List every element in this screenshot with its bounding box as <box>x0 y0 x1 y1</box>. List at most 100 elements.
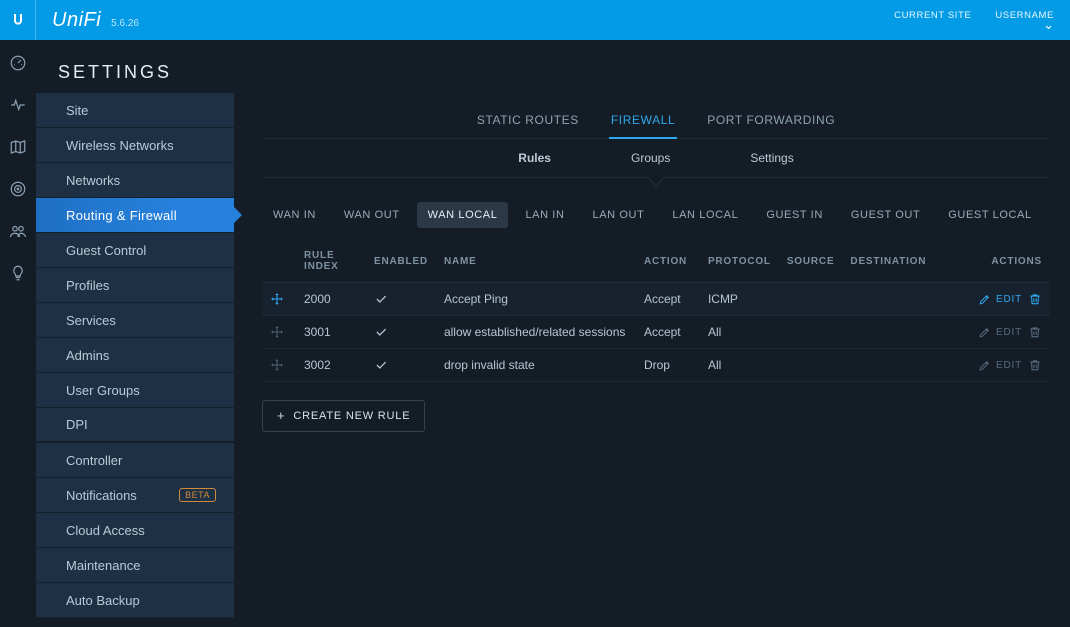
tabs-primary: STATIC ROUTES FIREWALL PORT FORWARDING <box>262 93 1050 139</box>
edit-button[interactable]: EDIT <box>978 326 1022 339</box>
cell-action: Accept <box>636 316 700 349</box>
sidebar-item-label: Routing & Firewall <box>66 208 177 223</box>
cell-action: Accept <box>636 283 700 316</box>
sidebar-item-cloud-access[interactable]: Cloud Access <box>36 513 234 548</box>
chip-guest-in[interactable]: GUEST IN <box>755 202 834 228</box>
check-icon <box>374 358 428 372</box>
delete-button[interactable] <box>1028 325 1042 339</box>
chip-guest-out[interactable]: GUEST OUT <box>840 202 931 228</box>
tab-static-routes[interactable]: STATIC ROUTES <box>475 105 581 138</box>
sidebar-item-label: Maintenance <box>66 558 140 573</box>
edit-label: EDIT <box>996 327 1022 338</box>
cell-source <box>779 316 843 349</box>
edit-label: EDIT <box>996 294 1022 305</box>
chip-wan-in[interactable]: WAN IN <box>262 202 327 228</box>
cell-rule-index: 2000 <box>296 283 366 316</box>
sidebar-item-wireless-networks[interactable]: Wireless Networks <box>36 128 234 163</box>
sidebar-item-dpi[interactable]: DPI <box>36 408 234 443</box>
cell-rule-index: 3001 <box>296 316 366 349</box>
edit-button[interactable]: EDIT <box>978 359 1022 372</box>
sidebar-item-label: Admins <box>66 348 109 363</box>
subtab-groups[interactable]: Groups <box>631 139 670 177</box>
username-dropdown[interactable]: USERNAME ⌄ <box>995 10 1054 30</box>
th-rule-index[interactable]: RULE INDEX <box>296 242 366 283</box>
panel: STATIC ROUTES FIREWALL PORT FORWARDING Rul… <box>234 93 1070 627</box>
sidebar-item-routing-firewall[interactable]: Routing & Firewall <box>36 198 234 233</box>
chip-lan-out[interactable]: LAN OUT <box>582 202 656 228</box>
th-actions: ACTIONS <box>934 242 1050 283</box>
current-site-label: CURRENT SITE <box>894 10 971 21</box>
bulb-icon[interactable] <box>9 264 27 282</box>
cell-name: drop invalid state <box>436 349 636 382</box>
th-destination[interactable]: DESTINATION <box>842 242 934 283</box>
create-new-rule-label: CREATE NEW RULE <box>293 410 410 422</box>
sidebar-item-label: Networks <box>66 173 120 188</box>
sidebar-item-label: Guest Control <box>66 243 146 258</box>
th-protocol[interactable]: PROTOCOL <box>700 242 779 283</box>
tab-firewall[interactable]: FIREWALL <box>609 105 677 139</box>
current-site-dropdown[interactable]: CURRENT SITE <box>894 10 971 21</box>
subtab-rules[interactable]: Rules <box>518 139 551 177</box>
activity-icon[interactable] <box>9 96 27 114</box>
sidebar-item-profiles[interactable]: Profiles <box>36 268 234 303</box>
rules-table: RULE INDEX ENABLED NAME ACTION PROTOCOL … <box>262 242 1050 382</box>
users-icon[interactable] <box>9 222 27 240</box>
sidebar-item-label: User Groups <box>66 383 140 398</box>
sidebar-item-guest-control[interactable]: Guest Control <box>36 233 234 268</box>
speedometer-icon[interactable] <box>9 54 27 72</box>
sidebar-item-label: Auto Backup <box>66 593 140 608</box>
sidebar-item-admins[interactable]: Admins <box>36 338 234 373</box>
sidebar-item-label: Profiles <box>66 278 109 293</box>
sidebar-item-services[interactable]: Services <box>36 303 234 338</box>
th-source[interactable]: SOURCE <box>779 242 843 283</box>
sidebar-item-networks[interactable]: Networks <box>36 163 234 198</box>
brand-name: UniFi <box>52 9 101 32</box>
check-icon <box>374 325 428 339</box>
sidebar-item-label: Notifications <box>66 488 137 503</box>
chip-guest-local[interactable]: GUEST LOCAL <box>937 202 1042 228</box>
chip-wan-out[interactable]: WAN OUT <box>333 202 411 228</box>
cell-protocol: All <box>700 316 779 349</box>
edit-button[interactable]: EDIT <box>978 293 1022 306</box>
left-rail <box>0 40 36 627</box>
th-enabled[interactable]: ENABLED <box>366 242 436 283</box>
th-name[interactable]: NAME <box>436 242 636 283</box>
sidebar-item-auto-backup[interactable]: Auto Backup <box>36 583 234 618</box>
sidebar-item-label: Services <box>66 313 116 328</box>
radar-icon[interactable] <box>9 180 27 198</box>
cell-protocol: ICMP <box>700 283 779 316</box>
chip-lan-local[interactable]: LAN LOCAL <box>661 202 749 228</box>
chip-wan-local[interactable]: WAN LOCAL <box>417 202 509 228</box>
beta-badge: BETA <box>179 488 216 502</box>
create-new-rule-button[interactable]: + CREATE NEW RULE <box>262 400 425 432</box>
table-row[interactable]: 3002drop invalid stateDropAllEDIT <box>262 349 1050 382</box>
rule-group-chips: WAN INWAN OUTWAN LOCALLAN IN LAN OUTLAN L… <box>262 202 1050 228</box>
sidebar-item-controller[interactable]: Controller <box>36 443 234 478</box>
drag-handle-icon[interactable] <box>270 358 288 372</box>
th-action[interactable]: ACTION <box>636 242 700 283</box>
table-row[interactable]: 2000Accept PingAcceptICMPEDIT <box>262 283 1050 316</box>
check-icon <box>374 292 428 306</box>
map-icon[interactable] <box>9 138 27 156</box>
sidebar-item-maintenance[interactable]: Maintenance <box>36 548 234 583</box>
subtab-settings[interactable]: Settings <box>750 139 793 177</box>
edit-label: EDIT <box>996 360 1022 371</box>
delete-button[interactable] <box>1028 292 1042 306</box>
sidebar-item-site[interactable]: Site <box>36 93 234 128</box>
cell-destination <box>842 349 934 382</box>
sidebar-item-label: Site <box>66 103 88 118</box>
delete-button[interactable] <box>1028 358 1042 372</box>
cell-source <box>779 349 843 382</box>
ubiquiti-logo[interactable] <box>0 0 36 40</box>
table-row[interactable]: 3001allow established/related sessionsAc… <box>262 316 1050 349</box>
brand: UniFi 5.6.26 <box>52 9 139 32</box>
tab-port-forwarding[interactable]: PORT FORWARDING <box>705 105 837 138</box>
drag-handle-icon[interactable] <box>270 325 288 339</box>
sidebar-item-user-groups[interactable]: User Groups <box>36 373 234 408</box>
chip-lan-in[interactable]: LAN IN <box>514 202 575 228</box>
sidebar-item-label: Wireless Networks <box>66 138 174 153</box>
drag-handle-icon[interactable] <box>270 292 288 306</box>
top-bar: UniFi 5.6.26 CURRENT SITE USERNAME ⌄ <box>0 0 1070 40</box>
sidebar-item-notifications[interactable]: Notifications BETA <box>36 478 234 513</box>
cell-action: Drop <box>636 349 700 382</box>
